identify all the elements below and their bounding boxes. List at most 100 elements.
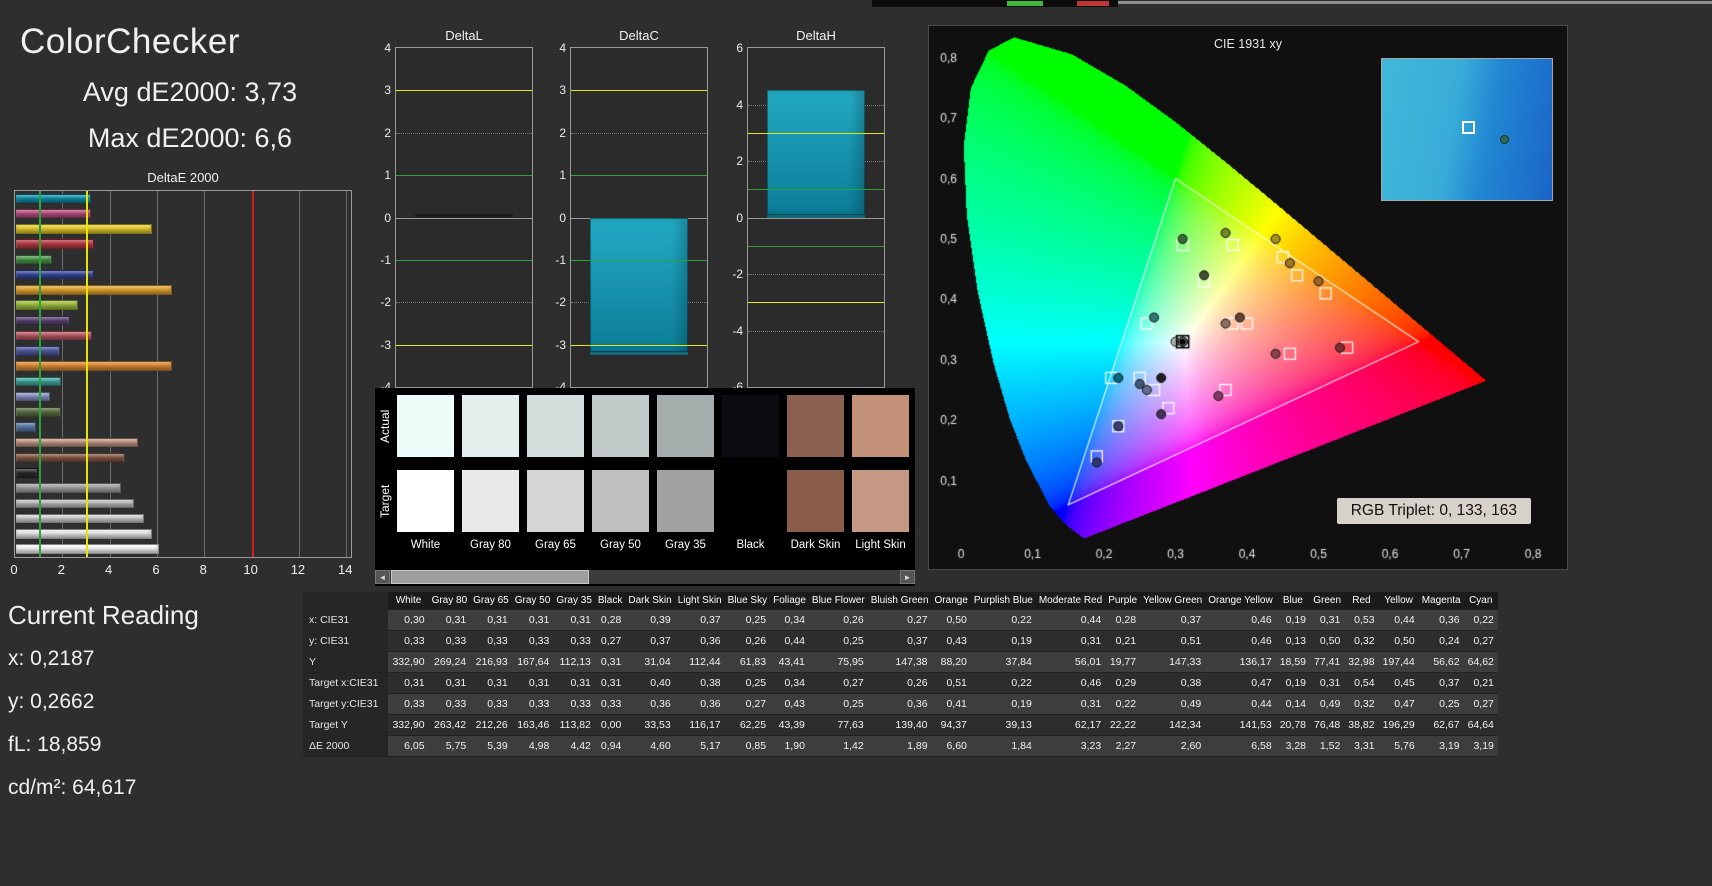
table-cell: 5,75: [428, 735, 471, 757]
table-cell: 33,53: [625, 714, 675, 736]
table-cell: 139,40: [867, 714, 932, 736]
deltaE-xtick-label: 4: [105, 562, 113, 577]
reading-fl: fL: 18,859: [8, 733, 102, 756]
deltaL-plot-area: [395, 47, 533, 388]
deltaC-chart-title: DeltaC: [619, 28, 659, 43]
table-cell: 0,31: [470, 609, 512, 631]
current-reading-title: Current Reading: [8, 600, 199, 630]
table-cell: 0,50: [1310, 630, 1345, 652]
table-cell: 0,21: [1105, 630, 1141, 652]
cie-1931-panel: CIE 1931 xy RGB Triplet: 0, 133, 163: [928, 25, 1569, 571]
y-tick-label: 4: [384, 41, 391, 55]
table-header-row: White Gray 80 Gray 65 Gray 50 Gray 35 Black Da…: [303, 592, 1498, 610]
green-refline: [748, 245, 884, 247]
table-cell: 0,22: [1105, 693, 1141, 715]
table-cell: 0,25: [724, 672, 771, 694]
table-cell: 0,22: [970, 609, 1036, 631]
row-label: Target y:CIE31: [303, 693, 389, 715]
table-cell: 62,67: [1418, 714, 1464, 736]
table-cell: 0,36: [625, 693, 675, 715]
table-cell: 0,44: [1035, 609, 1106, 631]
swatch-name-row: White Gray 80 Gray 65 Gray 50 Gray 35 Black Da…: [397, 539, 915, 551]
deltaE-bar-purple: [16, 315, 70, 326]
scrollbar-thumb[interactable]: [391, 570, 589, 584]
table-cell: 0,43: [931, 630, 971, 652]
green-refline: [571, 175, 707, 177]
deltaL-y-axis: 4 3 2 1 0 -1 -2 -3 -4: [377, 41, 395, 394]
reading-x: x: 0,2187: [8, 647, 95, 670]
swatch-scrollbar[interactable]: ◄ ►: [375, 570, 915, 584]
y-tick-label: -3: [555, 337, 566, 352]
table-cell: 0,31: [594, 651, 626, 673]
y-tick-label: -2: [732, 267, 743, 281]
table-cell: 0,13: [1275, 630, 1310, 652]
table-cell: 116,17: [674, 714, 725, 736]
table-cell: 0,51: [1140, 630, 1206, 652]
column-header-green: Green: [1310, 592, 1345, 610]
column-header-orange: Orange: [931, 592, 971, 610]
table-cell: 77,63: [808, 714, 868, 736]
table-cell: 0,25: [808, 693, 868, 715]
deltaE-xtick-label: 14: [338, 562, 353, 577]
table-cell: 39,13: [970, 714, 1036, 736]
yellow-refline: [748, 132, 884, 134]
column-header-dark-skin: Dark Skin: [625, 592, 675, 610]
table-cell: 1,84: [970, 735, 1036, 757]
table-cell: 0,40: [625, 672, 675, 694]
deltaE-bar-gray-80: [16, 529, 153, 539]
actual-row-label: Actual: [378, 409, 392, 443]
scroll-right-button[interactable]: ►: [900, 570, 915, 584]
fail-indicator: [1077, 1, 1109, 6]
table-cell: 6,58: [1205, 735, 1276, 757]
table-cell: 0,44: [1205, 693, 1276, 715]
swatch-name: Gray 50: [600, 539, 641, 551]
y-tick-label: -1: [555, 252, 566, 267]
green-refline: [396, 259, 532, 261]
table-cell: 0,00: [594, 714, 626, 736]
table-cell: 5,17: [674, 735, 725, 757]
deltaL-chart: DeltaL 4 3 2 1 0 -1 -2 -3 -4: [377, 28, 537, 394]
zero-line: [396, 217, 532, 219]
table-cell: 0,37: [625, 630, 675, 652]
deltaE-bar-moderate-red: [16, 330, 93, 341]
deltaE-xtick-label: 10: [243, 562, 258, 577]
delta-bar: [415, 214, 513, 218]
column-header-gray-80: Gray 80: [428, 592, 471, 610]
deltaE-refline: [38, 191, 41, 557]
deltaL-chart-title: DeltaL: [445, 28, 483, 43]
table-cell: 0,47: [1378, 693, 1419, 715]
table-cell: 43,39: [770, 714, 809, 736]
scroll-left-button[interactable]: ◄: [375, 570, 390, 584]
table-cell: 56,62: [1418, 651, 1464, 673]
row-label: Target Y: [303, 714, 389, 736]
table-cell: 43,41: [770, 651, 809, 673]
swatch-target-white: [397, 470, 454, 532]
deltaE-bar-red: [16, 239, 95, 249]
table-cell: 197,44: [1378, 651, 1419, 673]
actual-swatch-row: [397, 395, 915, 457]
column-header-cyan: Cyan: [1463, 592, 1498, 610]
window-top-strip: [0, 0, 1712, 8]
swatch-name: Dark Skin: [790, 539, 841, 551]
table-cell: 1,90: [770, 735, 809, 757]
table-cell: 1,89: [867, 735, 932, 757]
max-de2000: Max dE2000: 6,6: [87, 123, 293, 153]
deltaE-bar-yellow-green: [16, 300, 78, 310]
summary-block: ColorChecker Avg dE2000: 3,73 Max dE2000…: [0, 22, 380, 154]
table-cell: 0,33: [428, 630, 471, 652]
table-cell: 0,85: [724, 735, 771, 757]
page-title: ColorChecker: [20, 22, 240, 61]
table-cell: 0,31: [428, 609, 471, 631]
y-tick-label: -3: [380, 337, 391, 352]
deltaE-bar-gray-35: [16, 483, 121, 493]
table-cell: 0,31: [1310, 672, 1345, 694]
table-cell: 0,46: [1205, 609, 1276, 631]
table-cell: 0,33: [470, 693, 512, 715]
swatch-target-gray-35: [657, 470, 714, 532]
table-cell: 6,05: [388, 735, 429, 757]
swatch-name: White: [410, 539, 441, 551]
scrollbar-track[interactable]: [390, 570, 900, 584]
table-cell: 18,59: [1275, 651, 1310, 673]
table-cell: 19,77: [1105, 651, 1141, 673]
swatch-actual-light-skin: [852, 395, 909, 457]
